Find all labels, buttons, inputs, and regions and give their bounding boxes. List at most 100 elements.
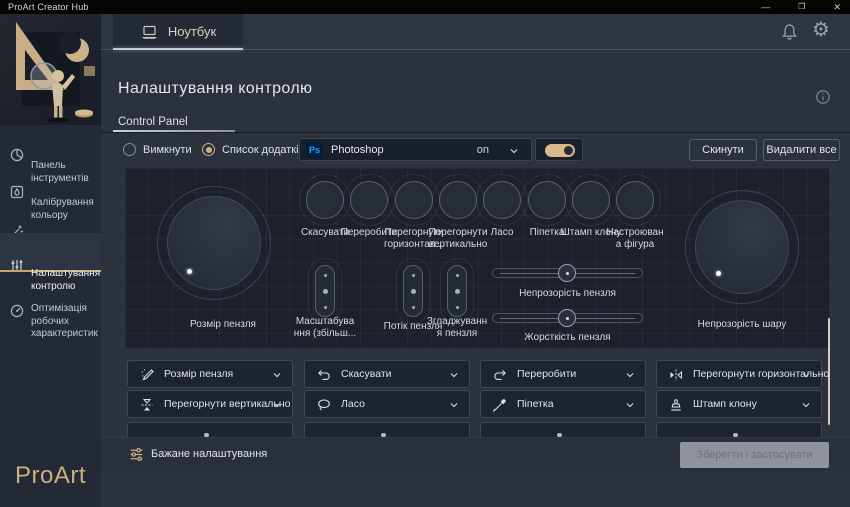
radio-app-list-label: Список додатків	[222, 144, 304, 156]
window-title: ProArt Creator Hub	[8, 2, 89, 12]
minimize-icon[interactable]: —	[758, 0, 773, 14]
right-dial[interactable]	[685, 190, 799, 304]
assign-select-value: Скасувати	[341, 368, 392, 380]
sidebar-item-worksmart[interactable]: WorkSmart	[0, 208, 101, 230]
assign-select-eyedropper[interactable]: Піпетка	[480, 390, 646, 418]
assign-select-flip-horizontal[interactable]: Перегорнути горизонтально	[656, 360, 822, 388]
control-settings-icon	[9, 244, 25, 260]
chevron-down-icon	[449, 400, 459, 410]
chevron-down-icon	[625, 400, 635, 410]
app-select[interactable]: Ps Photoshop on	[299, 138, 532, 161]
app-select-value: Photoshop	[331, 144, 384, 156]
sidebar: Панель інструментів Калібрування кольору…	[0, 14, 101, 507]
flip-vertical-icon	[139, 397, 155, 413]
chevron-down-icon	[625, 370, 635, 380]
delete-all-button[interactable]: Видалити все	[763, 139, 840, 161]
eyedropper-icon	[492, 397, 508, 413]
assign-select-value: Ласо	[341, 398, 365, 410]
maximize-icon[interactable]: ❐	[795, 0, 808, 14]
page-title: Налаштування контролю	[118, 80, 312, 98]
dial-mapping-panel: Розмір пензля Скасувати Переробити Перег…	[125, 168, 829, 348]
proart-logo: ProArt	[15, 462, 86, 490]
chevron-down-icon	[801, 400, 811, 410]
dial-vslider-brush-flow[interactable]	[396, 258, 430, 324]
sidebar-item-label: Оптимізація робочих характеристик	[31, 301, 101, 341]
dial-button-custom-shape[interactable]	[609, 174, 661, 226]
sidebar-item-dashboard[interactable]: Панель інструментів	[0, 129, 101, 163]
color-calibration-icon	[9, 171, 25, 187]
proart-artwork	[0, 14, 101, 125]
flip-horizontal-icon	[668, 367, 684, 383]
radio-disable[interactable]	[123, 143, 136, 156]
sidebar-item-performance[interactable]: Оптимізація робочих характеристик	[0, 276, 101, 322]
wand-icon	[9, 210, 25, 226]
tab-control-panel[interactable]: Control Panel	[118, 116, 188, 128]
right-dial-label: Непрозорість шару	[682, 319, 802, 331]
preferences-sliders-icon	[128, 446, 145, 463]
sidebar-item-control-settings[interactable]: Налаштування контролю	[0, 233, 101, 272]
assign-select-redo[interactable]: Переробити	[480, 360, 646, 388]
hslider-label: Непрозорість пензля	[492, 288, 643, 300]
toggle-on-pill	[545, 144, 575, 157]
hslider-brush-opacity-handle[interactable]	[558, 264, 576, 282]
save-apply-button[interactable]: Зберегти і застосувати	[680, 442, 829, 468]
left-dial-face	[167, 196, 261, 290]
dial-vslider-brush-smoothing[interactable]	[440, 258, 474, 324]
settings-gear-icon[interactable]: ⚙	[812, 20, 830, 40]
lasso-icon	[316, 397, 332, 413]
radio-disable-label: Вимкнути	[143, 144, 192, 156]
main-area: Ноутбук ⚙ Налаштування контролю Control …	[101, 14, 850, 507]
dial-vslider-zoom[interactable]	[308, 258, 342, 324]
assign-select-clone-stamp[interactable]: Штамп клону	[656, 390, 822, 418]
hslider-brush-hardness-handle[interactable]	[558, 309, 576, 327]
brush-icon	[139, 367, 155, 383]
performance-icon	[9, 290, 25, 306]
assign-select-value: Переробити	[517, 368, 576, 380]
chevron-down-icon	[801, 370, 811, 380]
left-dial[interactable]	[157, 186, 271, 300]
notifications-bell-icon[interactable]	[780, 22, 799, 42]
assign-select-undo[interactable]: Скасувати	[304, 360, 470, 388]
tab-laptop-label: Ноутбук	[168, 24, 216, 39]
info-icon[interactable]	[815, 89, 831, 105]
artwork-illustration	[0, 14, 101, 125]
titlebar: ProArt Creator Hub — ❐ ✕	[0, 0, 850, 14]
hslider-label: Жорсткість пензля	[492, 332, 643, 344]
chevron-down-icon	[449, 370, 459, 380]
radio-app-list[interactable]	[202, 143, 215, 156]
assign-select-value: Розмір пензля	[164, 368, 233, 380]
right-dial-face	[695, 200, 789, 294]
active-tab-underline	[113, 48, 243, 50]
chevron-down-icon	[509, 146, 519, 156]
left-dial-label: Розмір пензля	[163, 319, 283, 331]
proart-creator-hub-window: ProArt Creator Hub — ❐ ✕	[0, 0, 850, 507]
undo-icon	[316, 367, 332, 383]
right-dial-indicator	[716, 271, 721, 276]
preferences-label: Бажане налаштування	[151, 448, 267, 460]
toggle-knob	[564, 146, 573, 155]
redo-icon	[492, 367, 508, 383]
dashboard-icon	[9, 134, 25, 150]
assign-select-value: Штамп клону	[693, 398, 757, 410]
chevron-down-icon	[272, 400, 282, 410]
device-tabbar: Ноутбук ⚙	[101, 14, 850, 50]
assign-select-value: Піпетка	[517, 398, 554, 410]
app-toggle[interactable]	[535, 138, 583, 161]
assign-select-brush-size[interactable]: Розмір пензля	[127, 360, 293, 388]
clone-stamp-icon	[668, 397, 684, 413]
laptop-icon	[140, 24, 159, 40]
photoshop-icon: Ps	[306, 142, 323, 158]
reset-button[interactable]: Скинути	[689, 139, 757, 161]
sidebar-item-color-calibration[interactable]: Калібрування кольору	[0, 166, 101, 200]
assign-select-lasso[interactable]: Ласо	[304, 390, 470, 418]
assign-select-flip-vertical[interactable]: Перегорнути вертикально	[127, 390, 293, 418]
left-dial-indicator	[187, 269, 192, 274]
chevron-down-icon	[272, 370, 282, 380]
close-icon[interactable]: ✕	[830, 0, 844, 14]
section-divider	[101, 132, 850, 133]
vslider-label: Згладжуванн я пензля	[418, 316, 496, 339]
vslider-label: Масштабува ння (збільш...	[286, 316, 364, 339]
app-state: on	[477, 144, 489, 156]
tab-laptop[interactable]: Ноутбук	[113, 14, 243, 49]
footer-bar: Бажане налаштування Зберегти і застосува…	[101, 437, 850, 471]
